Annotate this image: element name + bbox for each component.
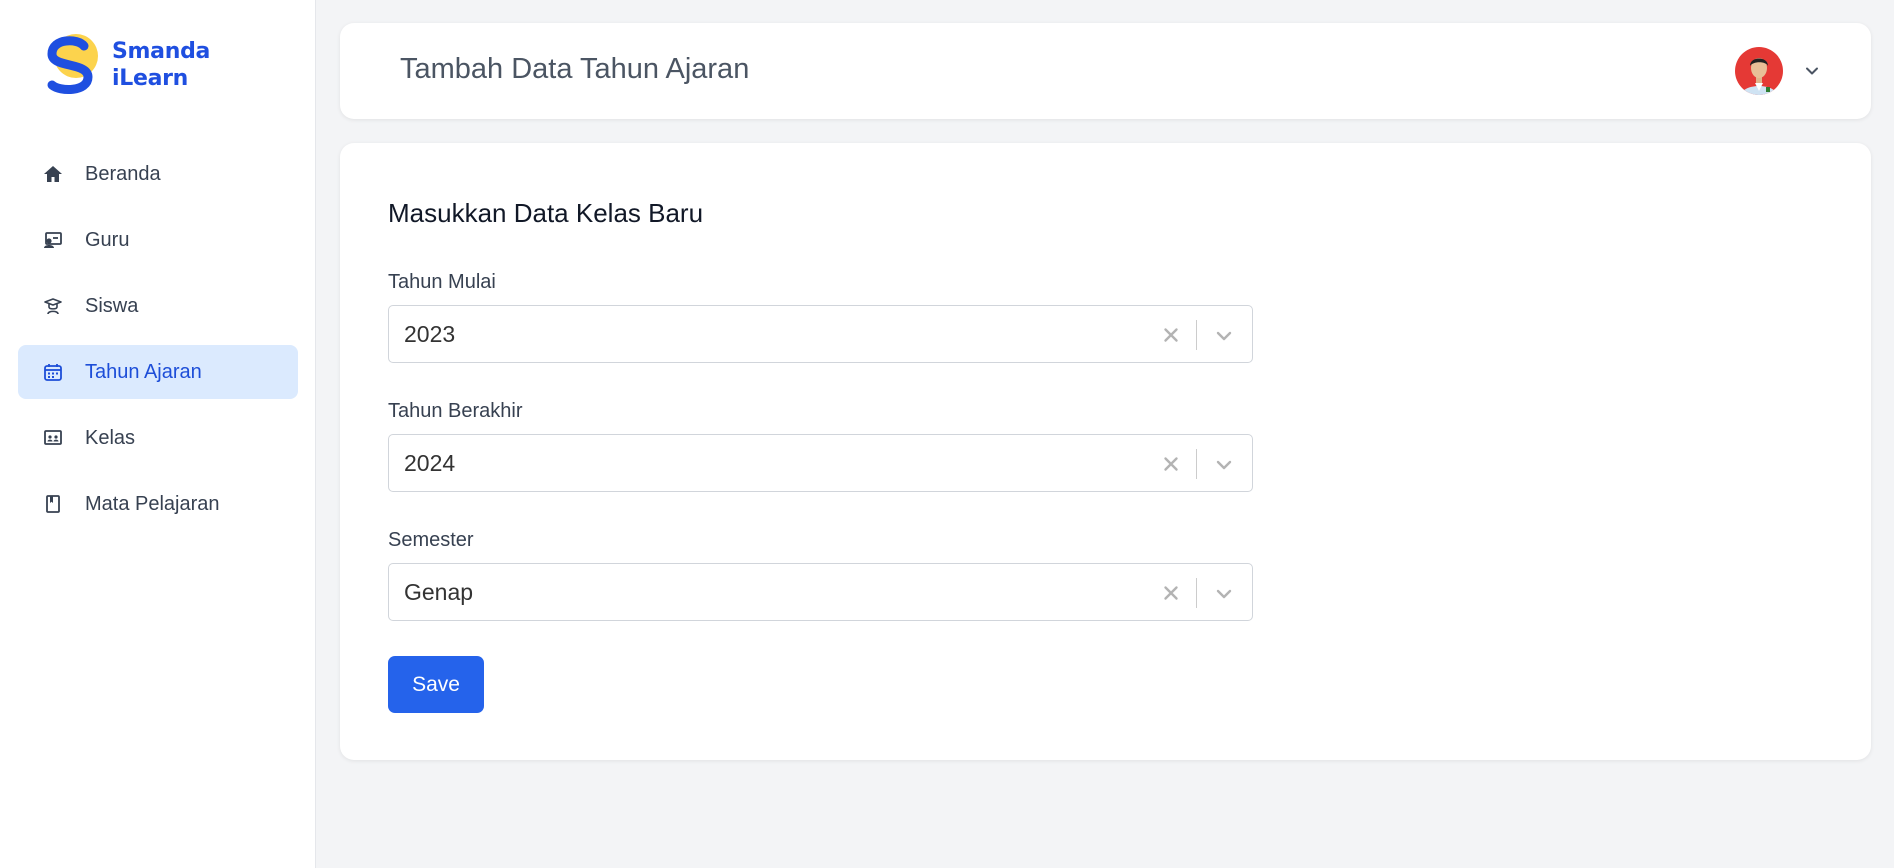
sidebar-item-label: Mata Pelajaran (85, 492, 220, 515)
clear-icon[interactable] (1160, 582, 1182, 604)
select-value: Genap (404, 579, 474, 605)
home-icon (42, 163, 64, 185)
chevron-down-icon[interactable] (1213, 325, 1235, 347)
tahun-berakhir-field: Tahun Berakhir 2024 (388, 400, 1253, 492)
sidebar-item-tahun-ajaran[interactable]: Tahun Ajaran (18, 345, 298, 399)
sidebar-item-kelas[interactable]: Kelas (18, 411, 298, 465)
classroom-icon (42, 427, 64, 449)
sidebar-item-label: Siswa (85, 294, 139, 317)
avatar[interactable] (1735, 47, 1783, 95)
field-label: Semester (388, 529, 474, 551)
select-separator (1195, 320, 1197, 350)
sidebar: Smanda iLearn Beranda Guru Siswa Tahun A… (0, 0, 316, 868)
sidebar-item-guru[interactable]: Guru (18, 213, 298, 267)
chevron-down-icon[interactable] (1213, 454, 1235, 476)
chevron-down-icon[interactable] (1803, 62, 1821, 80)
save-button[interactable]: Save (388, 656, 484, 713)
semester-select[interactable]: Genap (388, 563, 1253, 621)
semester-field: Semester Genap (388, 529, 1253, 621)
book-icon (42, 493, 64, 515)
brand-line1: Smanda (112, 39, 211, 64)
brand-line2: iLearn (112, 66, 189, 91)
field-label: Tahun Mulai (388, 271, 496, 293)
page-title: Tambah Data Tahun Ajaran (400, 53, 750, 85)
select-separator (1195, 578, 1197, 608)
clear-icon[interactable] (1160, 453, 1182, 475)
page-header: Tambah Data Tahun Ajaran (340, 23, 1871, 119)
clear-icon[interactable] (1160, 324, 1182, 346)
teacher-icon (42, 229, 64, 251)
sidebar-nav: Beranda Guru Siswa Tahun Ajaran Kelas Ma… (18, 147, 298, 543)
sidebar-item-label: Kelas (85, 426, 136, 449)
field-label: Tahun Berakhir (388, 400, 523, 422)
user-avatar-icon (1735, 47, 1783, 95)
select-separator (1195, 449, 1197, 479)
tahun-mulai-field: Tahun Mulai 2023 (388, 271, 1253, 363)
logo-mark-icon (47, 34, 98, 94)
brand-name: Smanda iLearn (112, 38, 210, 92)
brand-logo[interactable]: Smanda iLearn (38, 30, 210, 100)
sidebar-item-label: Tahun Ajaran (85, 360, 202, 383)
select-value: 2024 (404, 450, 456, 476)
chevron-down-icon[interactable] (1213, 583, 1235, 605)
calendar-icon (42, 361, 64, 383)
tahun-berakhir-select[interactable]: 2024 (388, 434, 1253, 492)
form-card: Masukkan Data Kelas Baru Tahun Mulai 202… (340, 143, 1871, 760)
sidebar-item-label: Guru (85, 228, 130, 251)
sidebar-item-beranda[interactable]: Beranda (18, 147, 298, 201)
sidebar-item-label: Beranda (85, 162, 161, 185)
tahun-mulai-select[interactable]: 2023 (388, 305, 1253, 363)
sidebar-item-mata-pelajaran[interactable]: Mata Pelajaran (18, 477, 298, 531)
student-icon (42, 295, 64, 317)
sidebar-item-siswa[interactable]: Siswa (18, 279, 298, 333)
select-value: 2023 (404, 321, 456, 347)
form-title: Masukkan Data Kelas Baru (388, 198, 704, 228)
